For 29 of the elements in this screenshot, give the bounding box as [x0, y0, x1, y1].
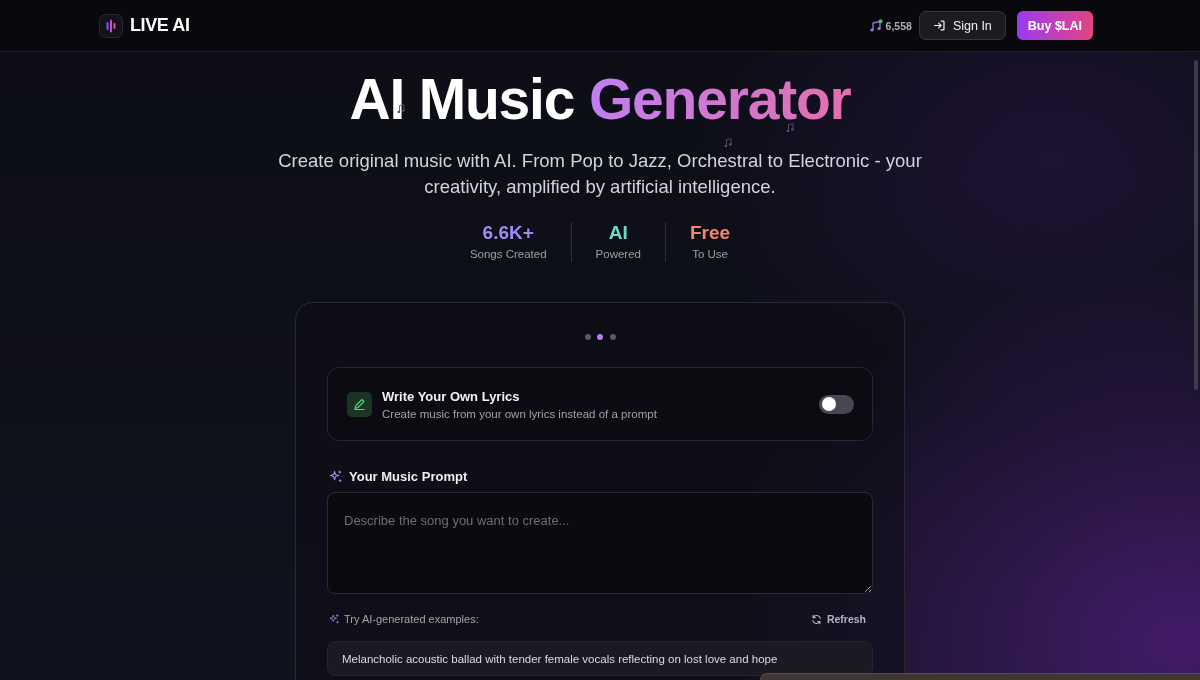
- stat-label: Powered: [595, 247, 641, 262]
- refresh-button[interactable]: Refresh: [810, 613, 866, 625]
- prompt-field[interactable]: Describe the song you want to create...: [327, 492, 873, 594]
- sparkle-icon: [329, 470, 342, 483]
- stat-value: Free: [690, 222, 731, 244]
- examples-label: Try AI-generated examples:: [344, 613, 479, 625]
- refresh-icon: [810, 613, 822, 625]
- toggle-switch[interactable]: [819, 394, 854, 414]
- sign-in-icon: [932, 19, 946, 32]
- pencil-icon: [347, 391, 372, 417]
- field-label: Your Music Prompt: [349, 469, 468, 484]
- song-count: 6,558: [885, 19, 912, 32]
- option-description: Create music from your own lyrics instead of a prompt: [382, 407, 658, 420]
- stat-label: Songs Created: [469, 247, 547, 262]
- buy-button[interactable]: Buy $LAI: [1016, 11, 1093, 40]
- music-note-icon: [868, 18, 883, 33]
- scrollbar[interactable]: [1194, 60, 1198, 390]
- stat-label: To Use: [692, 247, 728, 262]
- music-note-icon: [786, 123, 794, 133]
- sign-in-button[interactable]: Sign In: [918, 11, 1006, 40]
- example-prompt[interactable]: Melancholic acoustic ballad with tender female vocals reflecting on lost love and hope: [327, 641, 873, 676]
- option-title: Write Your Own Lyrics: [382, 388, 521, 404]
- stat-value: 6.6K+: [482, 222, 534, 244]
- logo-text: LIVE AI: [130, 15, 190, 36]
- subtitle: Create original music with AI. From Pop to Jazz, Orchestral to Electronic - your creativity, amplified by artificial intelligence.: [277, 149, 923, 199]
- stat-value: AI: [608, 222, 628, 244]
- logo-icon: [99, 13, 123, 38]
- music-note-icon: [724, 138, 732, 148]
- sparkle-icon: [329, 614, 339, 624]
